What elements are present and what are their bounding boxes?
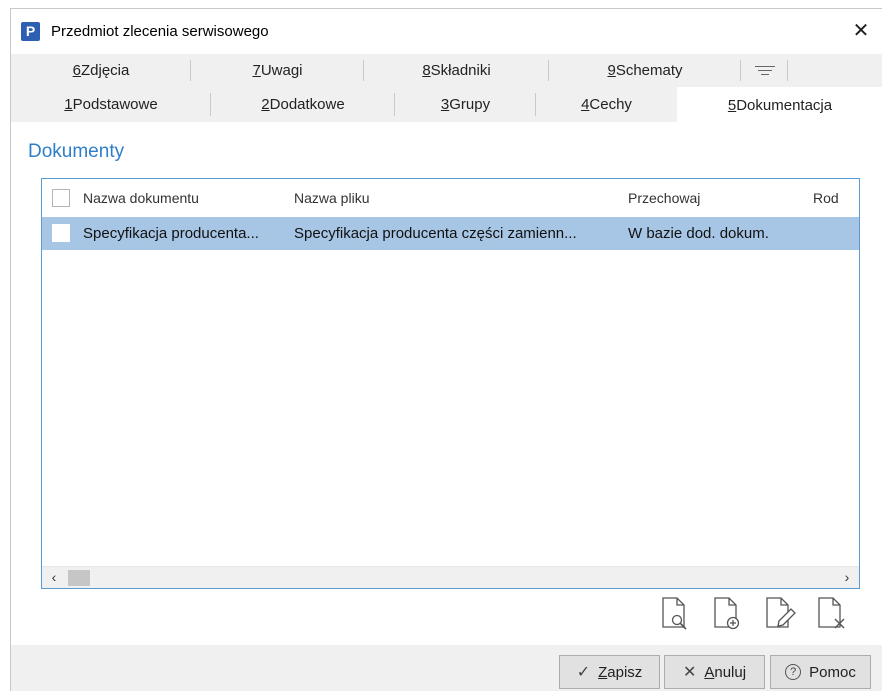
document-actions	[657, 595, 857, 631]
tab-uwagi[interactable]: 7 Uwagi	[191, 54, 364, 87]
column-header-rod[interactable]: Rod	[813, 190, 839, 206]
tab-dodatkowe[interactable]: 2 Dodatkowe	[211, 87, 395, 122]
tab-hotkey: 3	[440, 96, 450, 113]
save-button-label: Zapisz	[598, 663, 643, 681]
tab-schematy[interactable]: 9 Schematy	[549, 54, 741, 87]
help-icon: ?	[785, 664, 802, 680]
tab-hotkey: 8	[422, 62, 431, 79]
tab-label: Składniki	[430, 62, 491, 79]
column-header-przechowaj[interactable]: Przechowaj	[628, 190, 700, 206]
help-button-label: Pomoc	[809, 663, 856, 681]
app-logo-icon: P	[21, 22, 40, 41]
cell-nazwa-dokumentu: Specyfikacja producenta...	[83, 225, 259, 242]
tab-hotkey: 7	[252, 62, 261, 79]
save-button[interactable]: ✓ Zapisz	[559, 655, 660, 689]
select-all-checkbox[interactable]	[52, 189, 70, 207]
tab-hotkey: 2	[261, 96, 270, 113]
document-preview-icon[interactable]	[657, 595, 693, 631]
documents-grid: Nazwa dokumentu Nazwa pliku Przechowaj R…	[41, 178, 860, 589]
scroll-left-icon[interactable]: ‹	[46, 569, 62, 585]
cell-przechowaj: W bazie dod. dokum.	[628, 225, 769, 242]
checkmark-icon: ✓	[576, 664, 591, 681]
window-title: Przedmiot zlecenia serwisowego	[51, 23, 269, 40]
close-button[interactable]: ✕	[849, 19, 873, 43]
tab-skladniki[interactable]: 8 Składniki	[364, 54, 549, 87]
tab-hotkey: 1	[64, 96, 73, 113]
tab-label: Podstawowe	[72, 96, 158, 113]
tab-label: Dokumentacja	[736, 96, 833, 114]
cancel-button-label: Anuluj	[704, 663, 747, 681]
tabs-row-bottom: 1 Podstawowe 2 Dodatkowe 3 Grupy 4 Cechy…	[11, 87, 882, 123]
tabs-row-top: 6 Zdjęcia 7 Uwagi 8 Składniki 9 Schematy	[11, 54, 882, 87]
column-header-nazwa-dokumentu[interactable]: Nazwa dokumentu	[83, 190, 199, 206]
dialog-window: P Przedmiot zlecenia serwisowego ✕ 6 Zdj…	[10, 8, 882, 691]
row-checkbox[interactable]	[52, 224, 70, 242]
document-edit-icon[interactable]	[761, 595, 797, 631]
cell-nazwa-pliku: Specyfikacja producenta części zamienn..…	[294, 225, 577, 242]
table-row[interactable]: Specyfikacja producenta... Specyfikacja …	[42, 217, 859, 250]
cancel-button[interactable]: ✕ Anuluj	[664, 655, 765, 689]
tab-label: Uwagi	[260, 62, 303, 79]
tab-zdjecia[interactable]: 6 Zdjęcia	[11, 54, 191, 87]
scroll-right-icon[interactable]: ›	[839, 569, 855, 585]
grid-header: Nazwa dokumentu Nazwa pliku Przechowaj R…	[42, 179, 859, 217]
document-delete-icon[interactable]	[813, 595, 849, 631]
scrollbar-thumb[interactable]	[68, 570, 90, 586]
document-add-icon[interactable]	[709, 595, 745, 631]
section-title: Dokumenty	[28, 141, 125, 162]
tab-label: Zdjęcia	[80, 62, 130, 79]
button-bar: ✓ Zapisz ✕ Anuluj ? Pomoc	[11, 645, 882, 691]
tab-label: Schematy	[615, 62, 683, 79]
title-bar: P Przedmiot zlecenia serwisowego ✕	[11, 9, 882, 54]
tab-hotkey: 6	[72, 62, 81, 79]
close-icon: ✕	[682, 664, 697, 681]
tab-podstawowe[interactable]: 1 Podstawowe	[11, 87, 211, 122]
tab-grupy[interactable]: 3 Grupy	[395, 87, 536, 122]
tab-label: Dodatkowe	[269, 96, 345, 113]
tab-label: Grupy	[449, 96, 491, 113]
column-header-nazwa-pliku[interactable]: Nazwa pliku	[294, 190, 369, 206]
tab-cechy[interactable]: 4 Cechy	[536, 87, 677, 122]
tab-hotkey: 5	[727, 96, 737, 114]
tab-hotkey: 9	[607, 62, 616, 79]
tab-dokumentacja[interactable]: 5 Dokumentacja	[677, 87, 882, 123]
horizontal-scrollbar[interactable]: ‹ ›	[42, 566, 859, 588]
tab-hotkey: 4	[581, 96, 590, 113]
help-button[interactable]: ? Pomoc	[770, 655, 871, 689]
more-tabs-icon[interactable]	[741, 54, 789, 87]
tab-label: Cechy	[589, 96, 632, 113]
